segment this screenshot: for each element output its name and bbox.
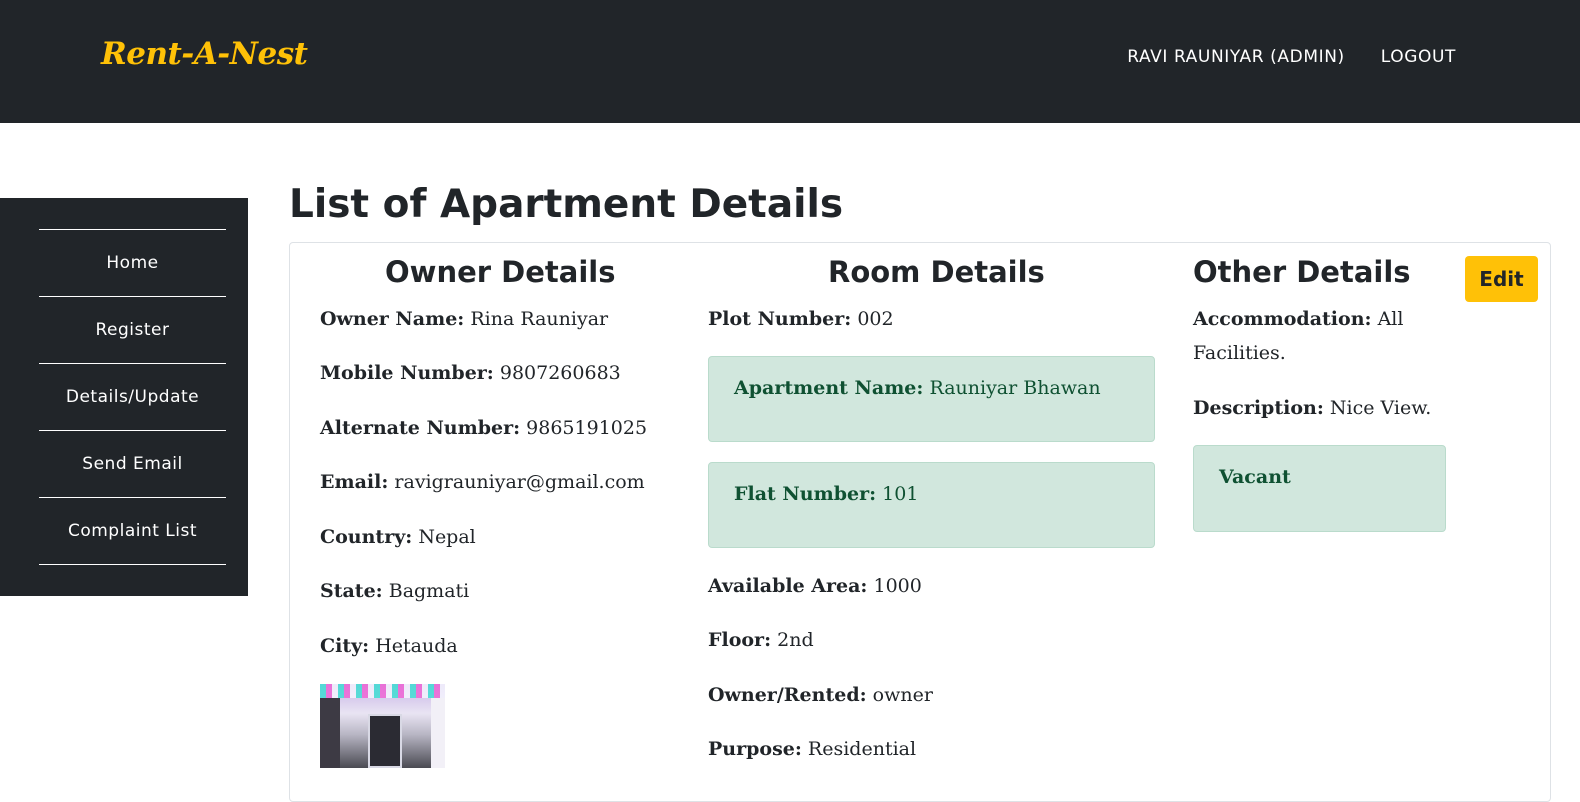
- user-account-link[interactable]: RAVI RAUNIYAR (ADMIN): [1127, 47, 1345, 67]
- email-field: Email: ravigrauniyar@gmail.com: [320, 465, 645, 499]
- navbar: Rent-A-Nest RAVI RAUNIYAR (ADMIN) LOGOUT: [0, 0, 1580, 123]
- field-value: Residential: [807, 738, 917, 760]
- mobile-number-field: Mobile Number: 9807260683: [320, 356, 621, 390]
- field-label: City:: [320, 635, 370, 657]
- room-details-heading: Room Details: [828, 255, 1045, 289]
- field-value: ravigrauniyar@gmail.com: [394, 471, 645, 493]
- field-value: owner: [872, 684, 933, 706]
- field-label: Mobile Number:: [320, 362, 494, 384]
- field-label: Purpose:: [708, 738, 802, 760]
- owner-rented-field: Owner/Rented: owner: [708, 678, 933, 712]
- sidebar-item-send-email[interactable]: Send Email: [39, 431, 226, 498]
- nav-links: RAVI RAUNIYAR (ADMIN) LOGOUT: [1127, 47, 1456, 67]
- description-field: Description: Nice View.: [1193, 391, 1431, 425]
- field-label: Accommodation:: [1193, 308, 1372, 330]
- country-field: Country: Nepal: [320, 520, 476, 554]
- accommodation-field: Accommodation: All: [1193, 302, 1403, 336]
- field-label: State:: [320, 580, 383, 602]
- edit-button[interactable]: Edit: [1465, 256, 1538, 302]
- field-value: Nice View.: [1329, 397, 1432, 419]
- page-title: List of Apartment Details: [289, 182, 844, 227]
- sidebar-item-home[interactable]: Home: [39, 230, 226, 297]
- plot-number-field: Plot Number: 002: [708, 302, 894, 336]
- field-value: 2nd: [777, 629, 814, 651]
- sidebar-item-register[interactable]: Register: [39, 297, 226, 364]
- status-alert: Vacant: [1193, 445, 1446, 532]
- sidebar-item-details-update[interactable]: Details/Update: [39, 364, 226, 431]
- field-value: Facilities.: [1193, 342, 1286, 364]
- field-label: Apartment Name:: [734, 377, 924, 399]
- sidebar: Home Register Details/Update Send Email …: [0, 198, 248, 596]
- field-label: Owner Name:: [320, 308, 465, 330]
- brand-logo[interactable]: Rent-A-Nest: [101, 36, 308, 72]
- field-label: Plot Number:: [708, 308, 852, 330]
- field-label: Flat Number:: [734, 483, 877, 505]
- field-label: Email:: [320, 471, 389, 493]
- field-value: Bagmati: [388, 580, 470, 602]
- field-value: 101: [882, 483, 919, 505]
- field-value: 1000: [873, 575, 922, 597]
- field-label: Floor:: [708, 629, 772, 651]
- available-area-field: Available Area: 1000: [708, 569, 922, 603]
- field-label: Description:: [1193, 397, 1324, 419]
- alternate-number-field: Alternate Number: 9865191025: [320, 411, 647, 445]
- field-value: Rauniyar Bhawan: [929, 377, 1101, 399]
- field-value: Nepal: [418, 526, 476, 548]
- field-label: Available Area:: [708, 575, 868, 597]
- field-value: 002: [857, 308, 894, 330]
- floor-field: Floor: 2nd: [708, 623, 814, 657]
- field-value: 9865191025: [526, 417, 648, 439]
- status-badge: Vacant: [1219, 466, 1291, 488]
- accommodation-field-continued: Facilities.: [1193, 336, 1286, 370]
- owner-details-heading: Owner Details: [385, 255, 616, 289]
- owner-name-field: Owner Name: Rina Rauniyar: [320, 302, 608, 336]
- field-label: Owner/Rented:: [708, 684, 867, 706]
- field-value: Rina Rauniyar: [470, 308, 609, 330]
- sidebar-menu: Home Register Details/Update Send Email …: [39, 229, 226, 565]
- city-field: City: Hetauda: [320, 629, 458, 663]
- other-details-heading: Other Details: [1193, 255, 1411, 289]
- purpose-field: Purpose: Residential: [708, 732, 916, 766]
- field-value: All: [1377, 308, 1404, 330]
- state-field: State: Bagmati: [320, 574, 469, 608]
- logout-link[interactable]: LOGOUT: [1381, 47, 1456, 67]
- field-label: Country:: [320, 526, 413, 548]
- field-label: Alternate Number:: [320, 417, 521, 439]
- apartment-name-alert: Apartment Name: Rauniyar Bhawan: [708, 356, 1155, 442]
- flat-number-alert: Flat Number: 101: [708, 462, 1155, 548]
- field-value: Hetauda: [375, 635, 458, 657]
- apartment-photo: [320, 684, 445, 768]
- sidebar-item-complaint-list[interactable]: Complaint List: [39, 498, 226, 565]
- field-value: 9807260683: [499, 362, 621, 384]
